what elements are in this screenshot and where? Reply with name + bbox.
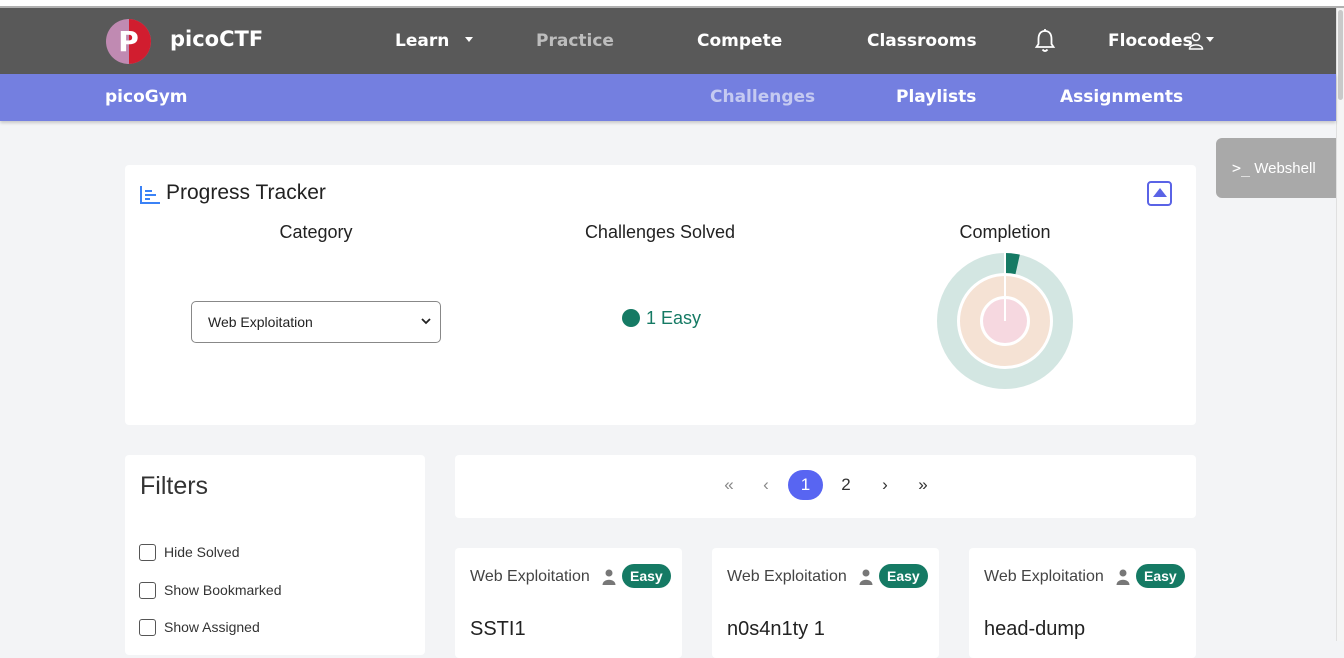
terminal-icon: >_ bbox=[1232, 159, 1251, 177]
nav-compete[interactable]: Compete bbox=[697, 31, 782, 51]
nav-learn[interactable]: Learn bbox=[395, 31, 449, 51]
filter-show-assigned[interactable]: Show Assigned bbox=[139, 619, 260, 636]
browser-top-strip bbox=[0, 0, 1344, 8]
completion-donut-chart bbox=[937, 253, 1073, 389]
solved-text: 1 Easy bbox=[646, 308, 702, 328]
filter-hide-solved[interactable]: Hide Solved bbox=[139, 544, 240, 561]
collapse-button[interactable] bbox=[1147, 181, 1172, 206]
tab-assignments[interactable]: Assignments bbox=[1060, 87, 1183, 107]
collapse-up-icon bbox=[1153, 188, 1167, 197]
pagination-next[interactable]: › bbox=[879, 475, 891, 495]
difficulty-badge: Easy bbox=[622, 564, 671, 588]
challenge-category: Web Exploitation bbox=[470, 568, 590, 585]
pagination-page-2[interactable]: 2 bbox=[838, 475, 854, 495]
challenge-title[interactable]: head-dump bbox=[984, 618, 1085, 641]
webshell-button[interactable]: >_ Webshell bbox=[1216, 138, 1336, 198]
person-icon bbox=[602, 569, 616, 585]
category-select-value: Web Exploitation bbox=[208, 314, 313, 330]
filters-title: Filters bbox=[140, 472, 209, 500]
nav-user[interactable]: Flocodes bbox=[1108, 31, 1193, 51]
nav-classrooms[interactable]: Classrooms bbox=[867, 31, 977, 51]
pagination-card: « ‹ 1 2 › » bbox=[455, 455, 1196, 518]
bell-icon[interactable] bbox=[1033, 28, 1057, 54]
brand-name[interactable]: picoCTF bbox=[170, 27, 263, 51]
easy-dot-icon bbox=[622, 309, 640, 327]
challenge-title[interactable]: SSTI1 bbox=[470, 618, 526, 641]
difficulty-badge: Easy bbox=[1136, 564, 1185, 588]
pagination-last[interactable]: » bbox=[915, 475, 931, 495]
challenge-card[interactable]: Web Exploitation Easy n0s4n1ty 1 bbox=[712, 548, 939, 658]
category-select[interactable]: Web Exploitation bbox=[191, 301, 441, 343]
picoctf-logo[interactable]: P bbox=[106, 19, 151, 64]
scrollbar-thumb[interactable] bbox=[1338, 10, 1343, 100]
learn-dropdown-caret-icon[interactable] bbox=[465, 37, 473, 42]
user-dropdown-caret-icon[interactable] bbox=[1206, 37, 1214, 42]
solved-summary: 1 Easy bbox=[622, 308, 701, 329]
logo-letter: P bbox=[118, 25, 139, 58]
filter-hide-solved-label[interactable]: Hide Solved bbox=[164, 544, 240, 560]
progress-tracker-card: Progress Tracker Category Challenges Sol… bbox=[125, 165, 1196, 425]
filter-show-bookmarked[interactable]: Show Bookmarked bbox=[139, 582, 282, 599]
checkbox-show-assigned[interactable] bbox=[139, 619, 156, 636]
outer-ring-progress bbox=[1004, 253, 1020, 275]
filter-show-bookmarked-label[interactable]: Show Bookmarked bbox=[164, 582, 282, 598]
checkbox-show-bookmarked[interactable] bbox=[139, 582, 156, 599]
chart-bar-icon bbox=[140, 186, 160, 204]
person-icon bbox=[1116, 569, 1130, 585]
person-icon bbox=[859, 569, 873, 585]
pagination-prev[interactable]: ‹ bbox=[760, 475, 772, 495]
challenge-title[interactable]: n0s4n1ty 1 bbox=[727, 618, 825, 641]
page-scrollbar[interactable] bbox=[1336, 8, 1344, 641]
picogym-subnav: picoGym Challenges Playlists Assignments bbox=[0, 74, 1336, 121]
filters-card: Filters Hide Solved Show Bookmarked Show… bbox=[125, 455, 425, 655]
pagination-first[interactable]: « bbox=[721, 475, 737, 495]
challenge-category: Web Exploitation bbox=[984, 568, 1104, 585]
user-icon[interactable] bbox=[1188, 32, 1204, 50]
completion-header: Completion bbox=[959, 222, 1051, 242]
nav-practice[interactable]: Practice bbox=[536, 31, 614, 51]
challenge-card[interactable]: Web Exploitation Easy head-dump bbox=[969, 548, 1196, 658]
category-header: Category bbox=[279, 222, 353, 242]
picogym-title[interactable]: picoGym bbox=[105, 87, 188, 107]
challenges-solved-header: Challenges Solved bbox=[584, 222, 736, 242]
chevron-down-icon bbox=[421, 318, 431, 325]
webshell-label: Webshell bbox=[1254, 160, 1316, 177]
tab-challenges[interactable]: Challenges bbox=[710, 87, 815, 107]
checkbox-hide-solved[interactable] bbox=[139, 544, 156, 561]
progress-tracker-title: Progress Tracker bbox=[166, 181, 326, 204]
pagination-page-1[interactable]: 1 bbox=[788, 470, 823, 500]
challenge-card[interactable]: Web Exploitation Easy SSTI1 bbox=[455, 548, 682, 658]
filter-show-assigned-label[interactable]: Show Assigned bbox=[164, 619, 260, 635]
main-navbar: P picoCTF Learn Practice Compete Classro… bbox=[0, 8, 1336, 74]
challenge-category: Web Exploitation bbox=[727, 568, 847, 585]
difficulty-badge: Easy bbox=[879, 564, 928, 588]
tab-playlists[interactable]: Playlists bbox=[896, 87, 976, 107]
